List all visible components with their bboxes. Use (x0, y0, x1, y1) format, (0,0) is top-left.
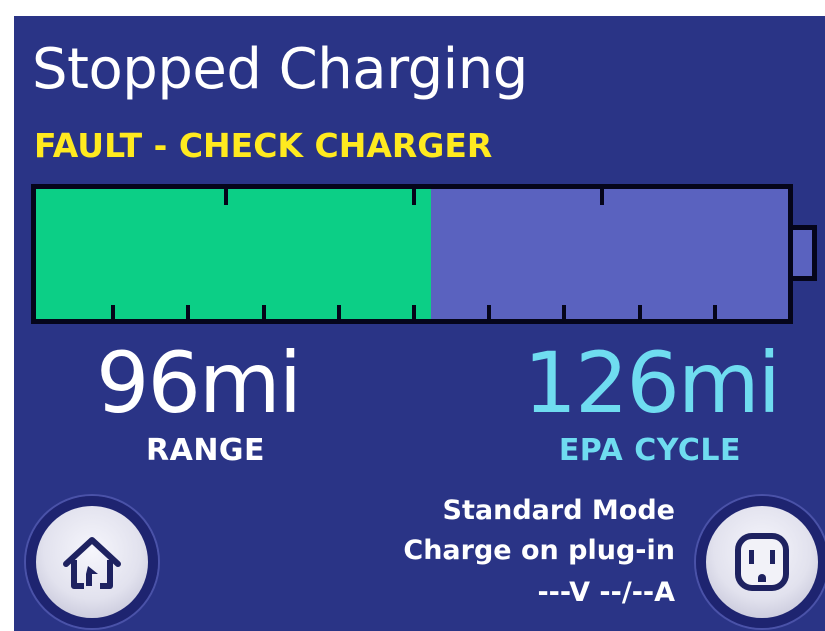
battery-tick-bottom (262, 305, 266, 319)
battery-empty-fill (431, 189, 788, 319)
battery-tick-bottom (713, 305, 717, 319)
battery-tick-bottom (186, 305, 190, 319)
battery-tick-bottom (638, 305, 642, 319)
charge-electrical-readout: ---V --/--A (537, 577, 675, 608)
battery-terminal (793, 225, 817, 281)
battery-tick-bottom (412, 305, 416, 319)
battery-tick-bottom (337, 305, 341, 319)
charging-status-title: Stopped Charging (32, 37, 528, 102)
battery-tick-top (224, 189, 228, 205)
charging-screen: Stopped Charging FAULT - CHECK CHARGER 9… (14, 16, 825, 631)
battery-charged-fill (36, 189, 431, 319)
epa-cycle-label: EPA CYCLE (558, 433, 741, 468)
battery-tick-top (412, 189, 416, 205)
home-button[interactable] (26, 496, 158, 628)
epa-cycle-value: 126mi (523, 334, 781, 432)
outlet-icon (735, 533, 789, 591)
range-label: RANGE (146, 433, 266, 468)
battery-tick-bottom (562, 305, 566, 319)
home-icon (63, 537, 121, 589)
range-value: 96mi (96, 334, 302, 432)
battery-gauge (31, 184, 793, 324)
fault-message: FAULT - CHECK CHARGER (34, 126, 493, 165)
charge-schedule: Charge on plug-in (403, 535, 675, 566)
charge-mode: Standard Mode (442, 495, 675, 526)
outlet-button[interactable] (696, 496, 825, 628)
battery-tick-top (600, 189, 604, 205)
battery-tick-bottom (487, 305, 491, 319)
battery-tick-bottom (111, 305, 115, 319)
